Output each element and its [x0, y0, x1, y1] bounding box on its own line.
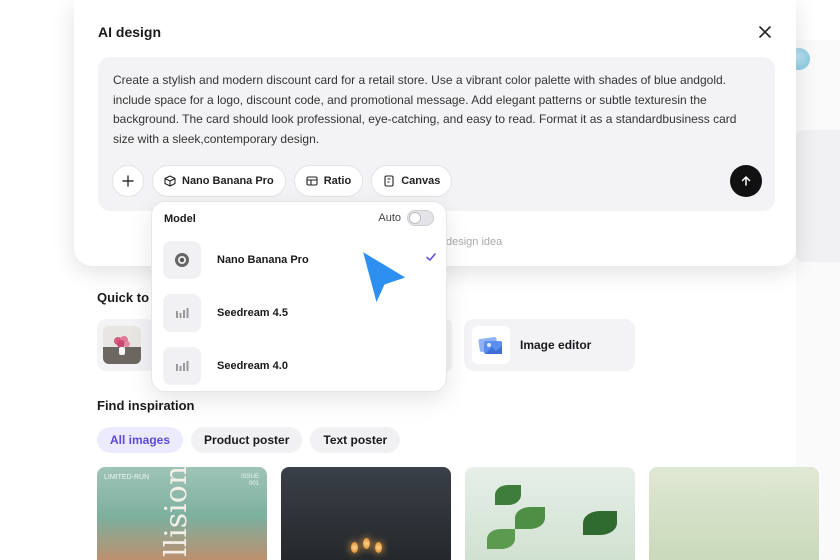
leaf-icon	[495, 485, 521, 505]
ratio-icon	[306, 176, 318, 186]
modal-title: AI design	[98, 24, 162, 40]
model-select-label: Nano Banana Pro	[182, 175, 274, 187]
ratio-label: Ratio	[323, 175, 352, 187]
bulb-icon	[375, 542, 382, 553]
auto-toggle[interactable]	[407, 210, 434, 226]
model-option-label: Seedream 4.5	[217, 307, 288, 319]
poster-issue: ISSUE 001	[240, 474, 259, 487]
design-idea-hint[interactable]: design idea	[446, 236, 502, 248]
inspiration-gallery: LIMITED-RUN ISSUE 001 llision	[97, 467, 819, 560]
seedream-icon	[163, 347, 201, 385]
model-option-seedream-4-0[interactable]: Seedream 4.0	[163, 346, 437, 386]
find-inspiration-title: Find inspiration	[97, 398, 195, 413]
gallery-image-poster[interactable]: LIMITED-RUN ISSUE 001 llision	[97, 467, 267, 560]
prompt-input[interactable]: Create a stylish and modern discount car…	[98, 57, 775, 211]
model-option-label: Nano Banana Pro	[217, 254, 309, 266]
filter-all-images[interactable]: All images	[97, 427, 184, 453]
image-editor-label: Image editor	[520, 338, 592, 352]
auto-label: Auto	[378, 212, 401, 224]
canvas-label: Canvas	[401, 175, 441, 187]
add-attachment-button[interactable]	[112, 165, 144, 197]
filter-text-poster[interactable]: Text poster	[310, 427, 401, 453]
bulb-icon	[351, 542, 358, 553]
model-option-label: Seedream 4.0	[217, 360, 288, 372]
poster-tag: LIMITED-RUN	[104, 474, 150, 481]
prompt-toolbar: Nano Banana Pro Ratio Canvas	[112, 165, 453, 197]
prompt-text[interactable]: Create a stylish and modern discount car…	[113, 71, 753, 149]
bulb-icon	[363, 538, 370, 549]
quick-card-photo[interactable]	[97, 319, 157, 371]
flower-vase-thumbnail	[103, 326, 141, 364]
gallery-image-lamps[interactable]	[281, 467, 451, 560]
image-editor-icon	[472, 326, 510, 364]
cube-icon	[164, 175, 176, 187]
plus-icon	[122, 175, 134, 187]
inspiration-filters: All images Product poster Text poster	[97, 427, 401, 453]
gallery-image-flowers[interactable]	[649, 467, 819, 560]
toggle-knob	[409, 212, 421, 224]
model-dropdown-title: Model	[164, 213, 196, 225]
leaf-icon	[515, 507, 545, 529]
model-select-button[interactable]: Nano Banana Pro	[152, 165, 286, 197]
check-icon	[426, 253, 436, 261]
mouse-pointer-icon	[358, 246, 412, 310]
send-button[interactable]	[730, 165, 762, 197]
quick-tools-title: Quick to	[97, 290, 150, 305]
filter-product-poster[interactable]: Product poster	[191, 427, 303, 453]
ratio-button[interactable]: Ratio	[293, 165, 364, 197]
quick-card-image-editor[interactable]: Image editor	[464, 319, 635, 371]
close-button[interactable]	[756, 23, 774, 41]
canvas-button[interactable]: Canvas	[371, 165, 453, 197]
auto-toggle-group: Auto	[378, 210, 434, 226]
nano-banana-icon	[163, 241, 201, 279]
canvas-icon	[384, 175, 394, 187]
gallery-image-plants[interactable]	[465, 467, 635, 560]
poster-script: llision	[159, 467, 194, 557]
leaf-icon	[583, 511, 617, 535]
close-icon	[759, 26, 771, 38]
seedream-icon	[163, 294, 201, 332]
leaf-icon	[487, 529, 515, 549]
right-panel	[796, 130, 840, 262]
arrow-up-icon	[741, 176, 751, 186]
